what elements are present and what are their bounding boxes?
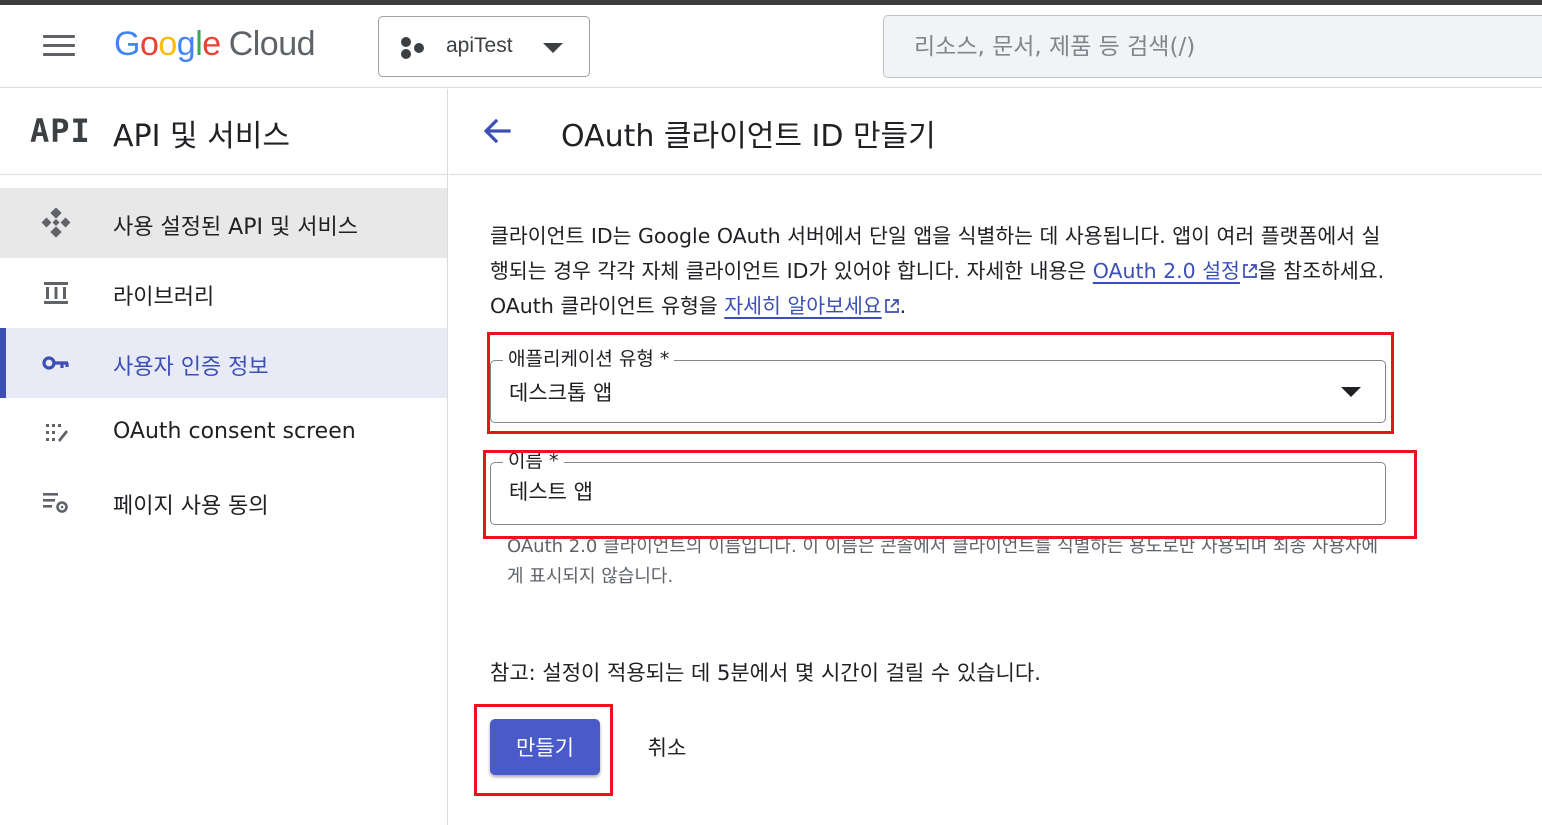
client-name-hint: OAuth 2.0 클라이언트의 이름입니다. 이 이름은 콘솔에서 클라이언트… (507, 536, 1379, 587)
menu-button[interactable] (38, 29, 82, 63)
description-text: . (899, 294, 907, 318)
sidebar-item-label: 사용 설정된 API 및 서비스 (113, 215, 358, 240)
learn-more-link[interactable]: 자세히 알아보세요 (724, 294, 899, 318)
logo-letter: o (139, 25, 159, 63)
external-link-icon (884, 299, 899, 313)
application-type-value: 데스크톱 앱 (509, 381, 613, 405)
sidebar-item-enabled-apis[interactable]: 사용 설정된 API 및 서비스 (0, 188, 447, 258)
page-title: OAuth 클라이언트 ID 만들기 (561, 119, 936, 154)
sidebar-item-label: 라이브러리 (113, 285, 215, 310)
client-id-description: 클라이언트 ID는 Google OAuth 서버에서 단일 앱을 식별하는 데… (490, 219, 1390, 324)
chevron-down-icon (543, 43, 563, 53)
logo-cloud-text: Cloud (228, 25, 316, 63)
link-text: 자세히 알아보세요 (724, 294, 882, 318)
create-button[interactable]: 만들기 (490, 719, 600, 775)
menu-icon-bar (43, 53, 75, 56)
menu-icon (43, 35, 75, 38)
settings-delay-note: 참고: 설정이 적용되는 데 5분에서 몇 시간이 걸릴 수 있습니다. (490, 661, 1041, 685)
search-input[interactable] (884, 16, 1542, 77)
application-type-label: 애플리케이션 유형 * (503, 347, 675, 371)
menu-icon-bar (43, 44, 75, 47)
settings-list-icon (43, 493, 68, 513)
search-bar[interactable] (883, 15, 1542, 78)
client-name-label: 이름 * (503, 449, 564, 473)
api-diamond-icon (41, 208, 71, 238)
top-bar: Google Cloud apiTest (0, 5, 1542, 88)
project-hexagon-icon (401, 37, 429, 59)
key-icon (42, 356, 69, 370)
page-header: OAuth 클라이언트 ID 만들기 (449, 89, 1542, 175)
main-content: OAuth 클라이언트 ID 만들기 클라이언트 ID는 Google OAut… (449, 89, 1542, 825)
logo-letter: G (114, 25, 140, 63)
oauth-setup-link[interactable]: OAuth 2.0 설정 (1093, 259, 1258, 283)
sidebar-item-label: OAuth consent screen (113, 419, 356, 444)
back-arrow-icon[interactable] (477, 111, 517, 151)
sidebar-item-page-usage-agreement[interactable]: 페이지 사용 동의 (0, 467, 447, 537)
google-cloud-logo[interactable]: Google Cloud (114, 25, 316, 69)
project-picker[interactable]: apiTest (378, 16, 590, 77)
logo-letter: g (176, 25, 196, 63)
logo-letter: o (158, 25, 177, 63)
sidebar-item-oauth-consent[interactable]: OAuth consent screen (0, 398, 447, 468)
consent-icon (46, 424, 68, 442)
link-text: OAuth 2.0 설정 (1092, 259, 1240, 283)
sidebar: API API 및 서비스 사용 설정된 API 및 서비스 라이브러리 사용자… (0, 89, 448, 825)
library-icon (44, 282, 68, 304)
application-type-select[interactable]: 애플리케이션 유형 * 데스크톱 앱 (490, 347, 1386, 423)
external-link-icon (1243, 264, 1257, 278)
dropdown-arrow-icon (1341, 387, 1361, 397)
api-logo-icon: API (30, 112, 91, 150)
sidebar-item-label: 사용자 인증 정보 (113, 355, 269, 380)
sidebar-header: API API 및 서비스 (0, 89, 447, 175)
client-name-field[interactable]: 이름 * (490, 449, 1386, 525)
client-name-input[interactable] (509, 479, 1329, 503)
cancel-button[interactable]: 취소 (627, 719, 707, 775)
sidebar-title: API 및 서비스 (113, 119, 290, 154)
sidebar-item-credentials[interactable]: 사용자 인증 정보 (0, 328, 447, 398)
project-name: apiTest (446, 34, 513, 57)
logo-letter: e (202, 25, 221, 63)
sidebar-item-label: 페이지 사용 동의 (113, 494, 269, 519)
sidebar-item-library[interactable]: 라이브러리 (0, 258, 447, 328)
